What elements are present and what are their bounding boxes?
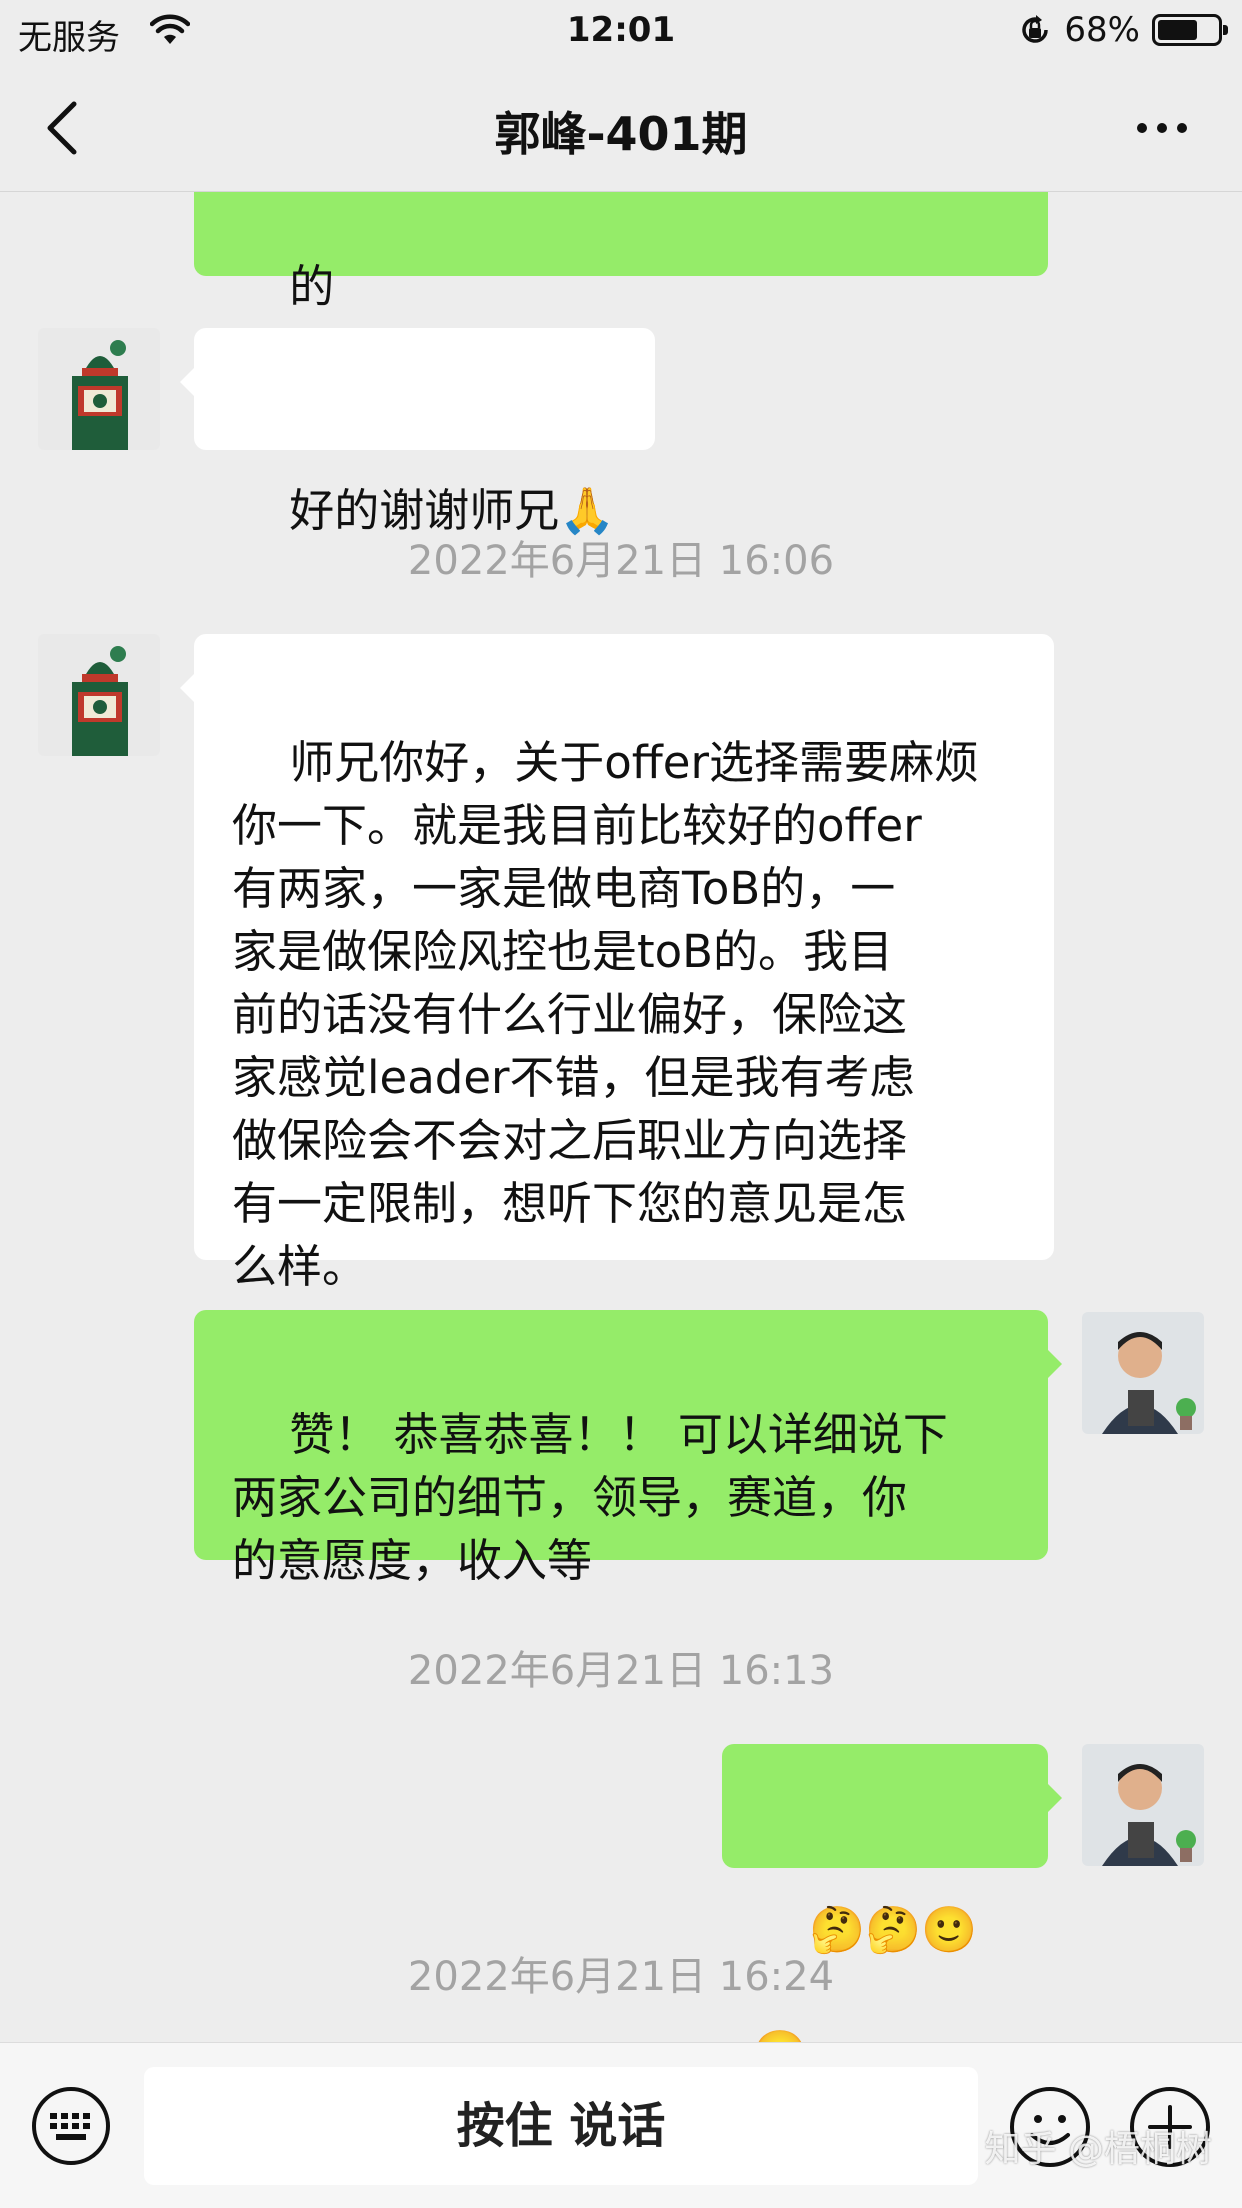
timestamp: 2022年6月21日 16:13 xyxy=(407,1648,835,1694)
message-bubble-sent[interactable]: 🤔🤔🙂🙂 xyxy=(722,1744,1062,2042)
chat-area[interactable]: 的 好的谢谢师兄🙏 2022年6月21日 16:06 师兄你好，关于offer选… xyxy=(0,192,1242,2042)
contact-avatar[interactable] xyxy=(38,634,160,756)
keyboard-icon[interactable] xyxy=(30,2085,112,2167)
status-right: 68% xyxy=(1018,10,1228,50)
timestamp: 2022年6月21日 16:06 xyxy=(407,538,835,584)
avatar-image xyxy=(1082,1312,1204,1434)
battery-percent: 68% xyxy=(1064,10,1140,50)
message-bubble-received[interactable]: 师兄你好，关于offer选择需要麻烦 你一下。就是我目前比较好的offer 有两… xyxy=(180,634,1054,1293)
avatar-image xyxy=(38,634,160,756)
message-text: 赞！ 恭喜恭喜！！ 可以详细说下 两家公司的细节，领导，赛道，你 的意愿度，收入… xyxy=(232,1408,948,1587)
message-bubble-sent[interactable]: 的 xyxy=(194,192,1048,313)
rotation-lock-icon xyxy=(1022,15,1049,43)
my-avatar[interactable] xyxy=(1082,1744,1204,1866)
my-avatar[interactable] xyxy=(1082,1312,1204,1434)
battery-fill xyxy=(1158,20,1198,40)
message-text: 师兄你好，关于offer选择需要麻烦 你一下。就是我目前比较好的offer 有两… xyxy=(232,736,979,1293)
timestamp: 2022年6月21日 16:24 xyxy=(407,1954,835,2000)
battery-icon xyxy=(1152,14,1228,46)
chat-title: 郭峰-401期 xyxy=(494,107,748,161)
nav-bar: 郭峰-401期 xyxy=(0,62,1242,192)
status-bar: 无服务 12:01 68% xyxy=(0,0,1242,62)
hold-to-talk-button[interactable]: 按住 说话 xyxy=(144,2067,978,2185)
message-bubble-received[interactable]: 好的谢谢师兄🙏 xyxy=(179,328,656,537)
avatar-image xyxy=(38,328,160,450)
message-bubble-sent[interactable]: 赞！ 恭喜恭喜！！ 可以详细说下 两家公司的细节，领导，赛道，你 的意愿度，收入… xyxy=(194,1310,1062,1587)
watermark: 知乎 @梧桐树 xyxy=(984,2129,1212,2170)
more-options-icon[interactable] xyxy=(1134,118,1190,138)
contact-avatar[interactable] xyxy=(38,328,160,450)
message-text: 的 xyxy=(289,260,335,313)
avatar-image xyxy=(1082,1744,1204,1866)
